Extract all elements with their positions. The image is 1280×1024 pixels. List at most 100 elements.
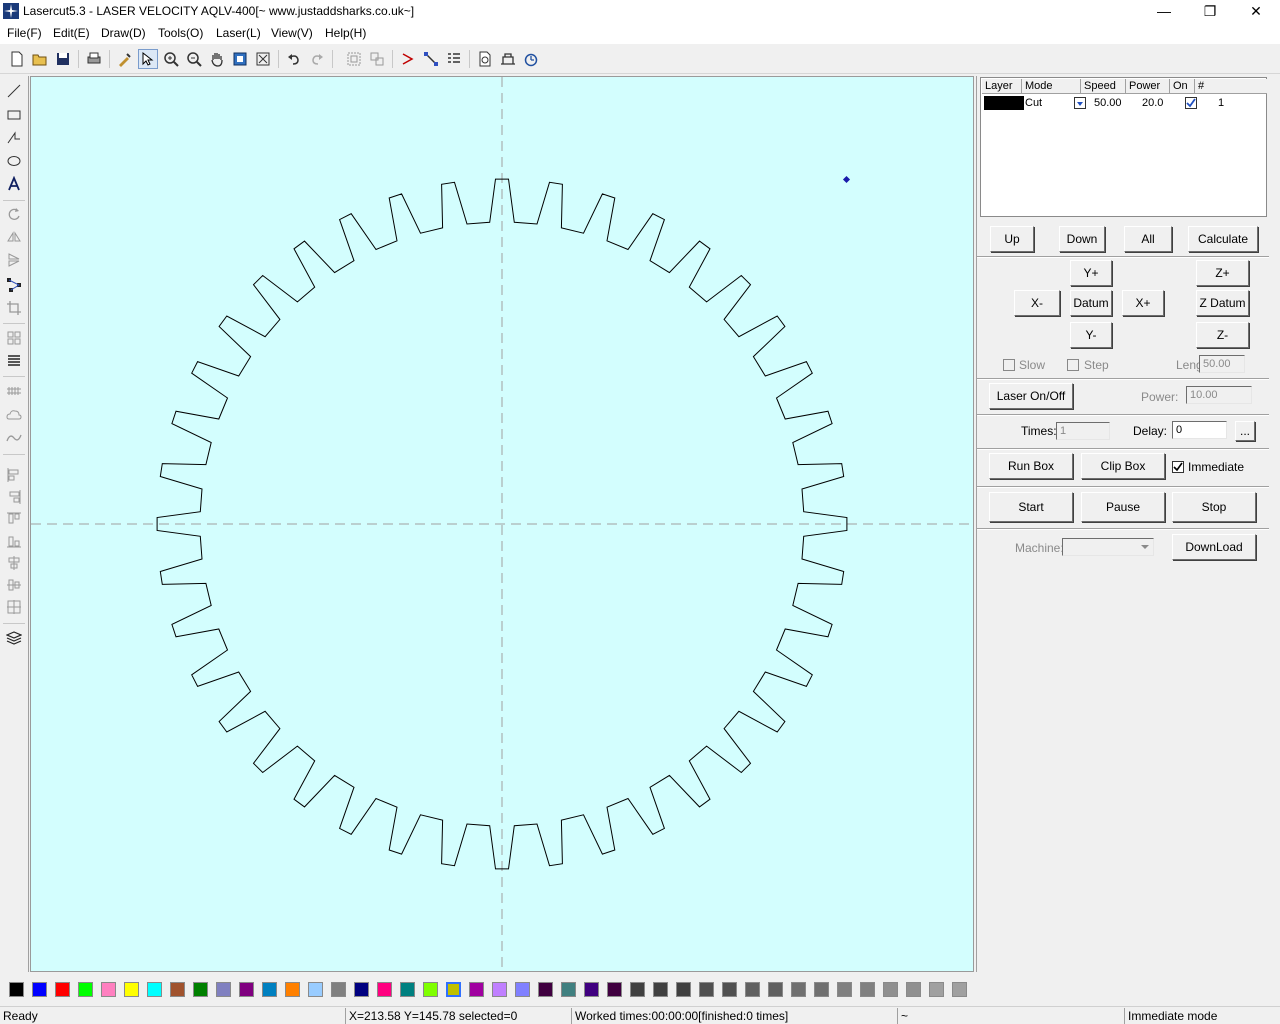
array-copy-icon[interactable] <box>5 329 23 347</box>
color-swatch[interactable] <box>860 982 875 997</box>
align-vcenter-icon[interactable] <box>5 576 23 594</box>
color-swatch[interactable] <box>699 982 714 997</box>
rotate-icon[interactable] <box>5 205 23 223</box>
x-minus-button[interactable]: X- <box>1014 290 1060 316</box>
speed-col-header[interactable]: Speed <box>1081 79 1126 94</box>
preview-icon[interactable] <box>475 49 495 69</box>
layer-col-header[interactable]: Layer <box>982 79 1022 94</box>
length-field[interactable]: 50.00 <box>1199 355 1245 373</box>
color-swatch[interactable] <box>584 982 599 997</box>
align-left-icon[interactable] <box>5 466 23 484</box>
laser-onoff-button[interactable]: Laser On/Off <box>989 383 1073 409</box>
hatch-icon[interactable] <box>5 382 23 400</box>
color-swatch[interactable] <box>952 982 967 997</box>
align-right-icon[interactable] <box>5 488 23 506</box>
color-swatch[interactable] <box>32 982 47 997</box>
color-swatch[interactable] <box>216 982 231 997</box>
undo-icon[interactable] <box>284 49 304 69</box>
color-swatch[interactable] <box>722 982 737 997</box>
zoom-out-icon[interactable] <box>184 49 204 69</box>
color-swatch[interactable] <box>377 982 392 997</box>
color-swatch[interactable] <box>308 982 323 997</box>
color-swatch[interactable] <box>929 982 944 997</box>
menu-edit[interactable]: Edit(E) <box>53 26 90 40</box>
color-swatch[interactable] <box>538 982 553 997</box>
color-swatch[interactable] <box>354 982 369 997</box>
machine-settings-icon[interactable] <box>498 49 518 69</box>
download-button[interactable]: DownLoad <box>1172 534 1256 560</box>
y-plus-button[interactable]: Y+ <box>1070 260 1112 286</box>
cut-path-icon[interactable] <box>398 49 418 69</box>
immediate-checkbox[interactable] <box>1172 461 1184 473</box>
print-icon[interactable] <box>84 49 104 69</box>
z-minus-button[interactable]: Z- <box>1196 322 1249 348</box>
x-plus-button[interactable]: X+ <box>1122 290 1164 316</box>
close-button[interactable]: ✕ <box>1233 0 1279 22</box>
color-swatch[interactable] <box>768 982 783 997</box>
on-col-header[interactable]: On <box>1170 79 1195 94</box>
color-swatch[interactable] <box>883 982 898 997</box>
color-swatch[interactable] <box>147 982 162 997</box>
slow-checkbox[interactable] <box>1003 359 1015 371</box>
zoom-fit-icon[interactable] <box>253 49 273 69</box>
color-swatch[interactable] <box>607 982 622 997</box>
color-swatch[interactable] <box>676 982 691 997</box>
mirror-horizontal-icon[interactable] <box>5 228 23 246</box>
color-swatch[interactable] <box>492 982 507 997</box>
cloud-icon[interactable] <box>5 406 23 424</box>
align-bottom-icon[interactable] <box>5 532 23 550</box>
menu-help[interactable]: Help(H) <box>325 26 366 40</box>
align-hcenter-icon[interactable] <box>5 554 23 572</box>
color-swatch[interactable] <box>814 982 829 997</box>
restore-button[interactable]: ❐ <box>1187 0 1233 22</box>
datum-button[interactable]: Datum <box>1070 290 1112 316</box>
node-edit-icon[interactable] <box>421 49 441 69</box>
color-swatch[interactable] <box>791 982 806 997</box>
rectangle-icon[interactable] <box>5 106 23 124</box>
text-icon[interactable] <box>5 175 23 193</box>
pan-hand-icon[interactable] <box>207 49 227 69</box>
new-file-icon[interactable] <box>7 49 27 69</box>
machine-select[interactable] <box>1062 538 1154 556</box>
polyline-icon[interactable] <box>5 129 23 147</box>
step-checkbox[interactable] <box>1067 359 1079 371</box>
layer-table[interactable]: Layer Mode Speed Power On # Cut 50.00 20… <box>980 77 1267 217</box>
group-icon[interactable] <box>344 49 364 69</box>
color-swatch[interactable] <box>837 982 852 997</box>
color-swatch[interactable] <box>101 982 116 997</box>
ungroup-icon[interactable] <box>367 49 387 69</box>
line-icon[interactable] <box>5 82 23 100</box>
start-button[interactable]: Start <box>989 492 1073 522</box>
layers-icon[interactable] <box>5 629 23 647</box>
z-plus-button[interactable]: Z+ <box>1196 260 1249 286</box>
color-swatch[interactable] <box>469 982 484 997</box>
pause-button[interactable]: Pause <box>1081 492 1165 522</box>
color-swatch[interactable] <box>239 982 254 997</box>
power-field[interactable]: 10.00 <box>1186 386 1252 404</box>
z-datum-button[interactable]: Z Datum <box>1196 290 1249 316</box>
color-swatch[interactable] <box>515 982 530 997</box>
menu-view[interactable]: View(V) <box>271 26 313 40</box>
select-arrow-icon[interactable] <box>138 49 158 69</box>
smooth-curve-icon[interactable] <box>5 429 23 447</box>
power-col-header[interactable]: Power <box>1126 79 1170 94</box>
color-swatch[interactable] <box>124 982 139 997</box>
stop-button[interactable]: Stop <box>1172 492 1256 522</box>
color-swatch[interactable] <box>9 982 24 997</box>
redo-icon[interactable] <box>307 49 327 69</box>
save-icon[interactable] <box>53 49 73 69</box>
mirror-vertical-icon[interactable] <box>5 251 23 269</box>
delay-more-button[interactable]: ... <box>1235 421 1255 441</box>
color-swatch[interactable] <box>285 982 300 997</box>
array-icon[interactable] <box>444 49 464 69</box>
color-swatch[interactable] <box>561 982 576 997</box>
delay-field[interactable]: 0 <box>1172 421 1227 439</box>
color-swatch[interactable] <box>170 982 185 997</box>
color-swatch[interactable] <box>262 982 277 997</box>
color-swatch[interactable] <box>331 982 346 997</box>
run-box-button[interactable]: Run Box <box>989 453 1073 479</box>
import-icon[interactable] <box>115 49 135 69</box>
drawing-canvas[interactable] <box>30 76 974 972</box>
color-swatch[interactable] <box>78 982 93 997</box>
mode-col-header[interactable]: Mode <box>1022 79 1081 94</box>
